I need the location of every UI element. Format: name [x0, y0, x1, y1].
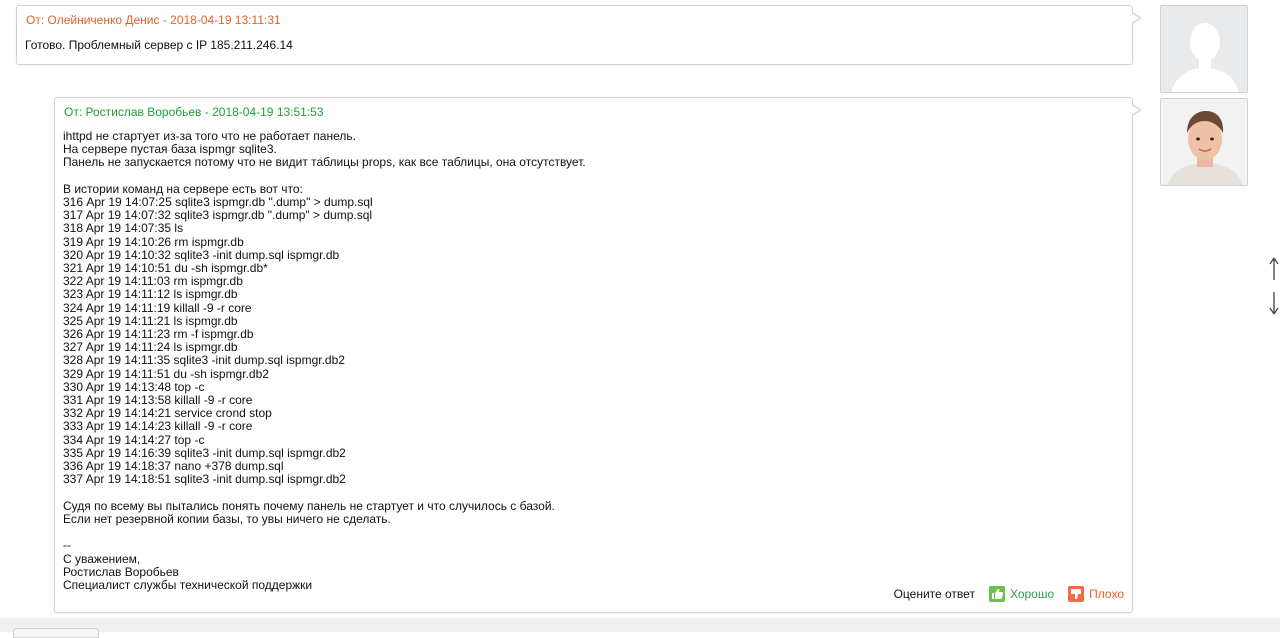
message-body: Готово. Проблемный сервер с IP 185.211.2… [25, 38, 293, 52]
message-header: От: Олейниченко Денис - 2018-04-19 13:11… [26, 13, 281, 27]
thumbs-down-icon [1068, 586, 1085, 602]
rating-label: Оцените ответ [893, 587, 975, 601]
message-body: ihttpd не стартует из-за того что не раб… [63, 129, 586, 592]
rating-bar: Оцените ответ Хорошо Плохо [894, 584, 1124, 604]
user-photo [1161, 99, 1247, 185]
message-bubble: От: Ростислав Воробьев - 2018-04-19 13:5… [54, 97, 1142, 613]
message-header: От: Ростислав Воробьев - 2018-04-19 13:5… [64, 105, 324, 119]
rate-good-button[interactable]: Хорошо [988, 586, 1055, 602]
user-silhouette-icon [1161, 6, 1247, 92]
bubble-tail [1131, 12, 1142, 24]
rate-good-label: Хорошо [1009, 587, 1055, 601]
avatar [1160, 98, 1248, 186]
scroll-arrows-icon[interactable] [1268, 256, 1280, 318]
rate-bad-label: Плохо [1089, 587, 1124, 601]
rate-bad-button[interactable]: Плохо [1068, 586, 1124, 602]
thumbs-up-icon [988, 586, 1005, 602]
bottom-bar [0, 618, 1280, 632]
message-bubble: От: Олейниченко Денис - 2018-04-19 13:11… [16, 5, 1142, 65]
avatar [1160, 5, 1248, 93]
bottom-button[interactable] [13, 628, 99, 638]
bubble-tail [1131, 104, 1142, 116]
